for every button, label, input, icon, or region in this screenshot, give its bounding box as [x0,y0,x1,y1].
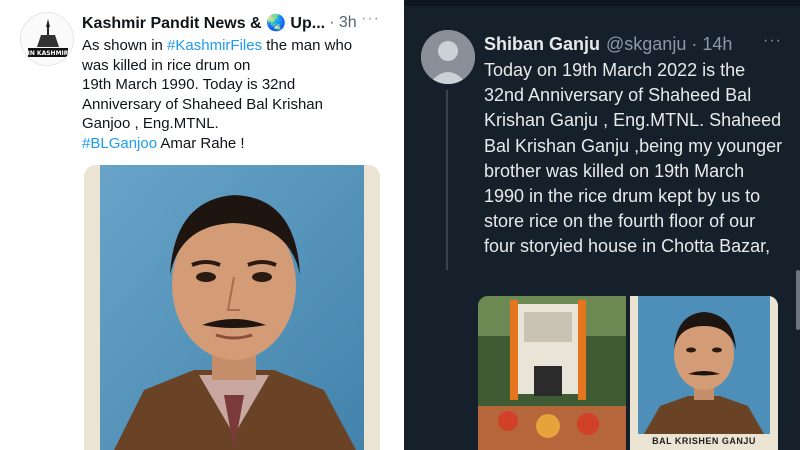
tweet-line: Anniversary of Shaheed Bal Krishan [82,95,382,115]
top-edge [404,0,800,6]
tweet-line: #BLGanjoo Amar Rahe ! [82,134,382,154]
tweet-line: Ganjoo , Eng.MTNL. [82,114,382,134]
in-kashmir-logo-icon: IN KASHMIR [21,13,73,65]
photo-caption: BAL KRISHEN GANJU [652,436,756,446]
right-tweet[interactable]: Shiban Ganju @skganju · 14h ··· Today on… [404,0,800,450]
author-handle-timestamp[interactable]: @skganju · 14h [606,34,732,55]
default-profile-icon [421,30,475,84]
tweet-line: As shown in #KashmirFiles the man who [82,36,382,56]
tweet-line: 19th March 1990. Today is 32nd [82,75,382,95]
text-span: As shown in [82,37,168,54]
portrait-image [630,296,778,450]
text-span: the man who [262,37,353,54]
tweet-line: was killed in rice drum on [82,56,382,76]
more-options-button[interactable]: ··· [361,10,380,28]
memorial-image [478,296,626,450]
text-span: Anniversary of Shaheed Bal Krishan [82,95,323,113]
tweet-text: Today on 19th March 2022 is the 32nd Ann… [484,60,783,257]
author-name[interactable]: Kashmir Pandit News & 🌏 Up... [82,13,325,33]
portrait-photo[interactable]: BAL KRISHEN GANJU [630,296,778,450]
author-avatar[interactable]: IN KASHMIR [20,12,74,66]
tweet-header: Kashmir Pandit News & 🌏 Up... · 3h [82,12,382,34]
thread-line [446,90,448,270]
portrait-image [84,165,380,450]
scrollbar-thumb[interactable] [796,270,800,330]
tweet-text: As shown in #KashmirFiles the man who wa… [82,36,382,154]
hashtag-link[interactable]: #KashmirFiles [167,37,262,54]
avatar-logo-text: IN KASHMIR [28,50,69,57]
text-span: 19th March 1990. Today is 32nd [82,76,296,94]
more-options-button[interactable]: ··· [763,32,782,50]
memorial-photo[interactable] [478,296,626,450]
tweet-media: BAL KRISHEN GANJU [478,296,778,450]
text-span: Ganjoo , Eng.MTNL. [82,115,219,133]
tweet-header: Shiban Ganju @skganju · 14h [484,32,774,56]
left-tweet[interactable]: IN KASHMIR Kashmir Pandit News & 🌏 Up...… [0,0,398,450]
text-span: Amar Rahe ! [157,134,245,152]
text-span: was killed in rice drum on [82,56,251,74]
author-avatar[interactable] [421,30,475,84]
tweet-photo[interactable] [84,165,380,450]
tweet-timestamp[interactable]: · 3h [329,14,357,32]
author-name[interactable]: Shiban Ganju [484,34,600,55]
hashtag-link[interactable]: #BLGanjoo [82,135,157,152]
